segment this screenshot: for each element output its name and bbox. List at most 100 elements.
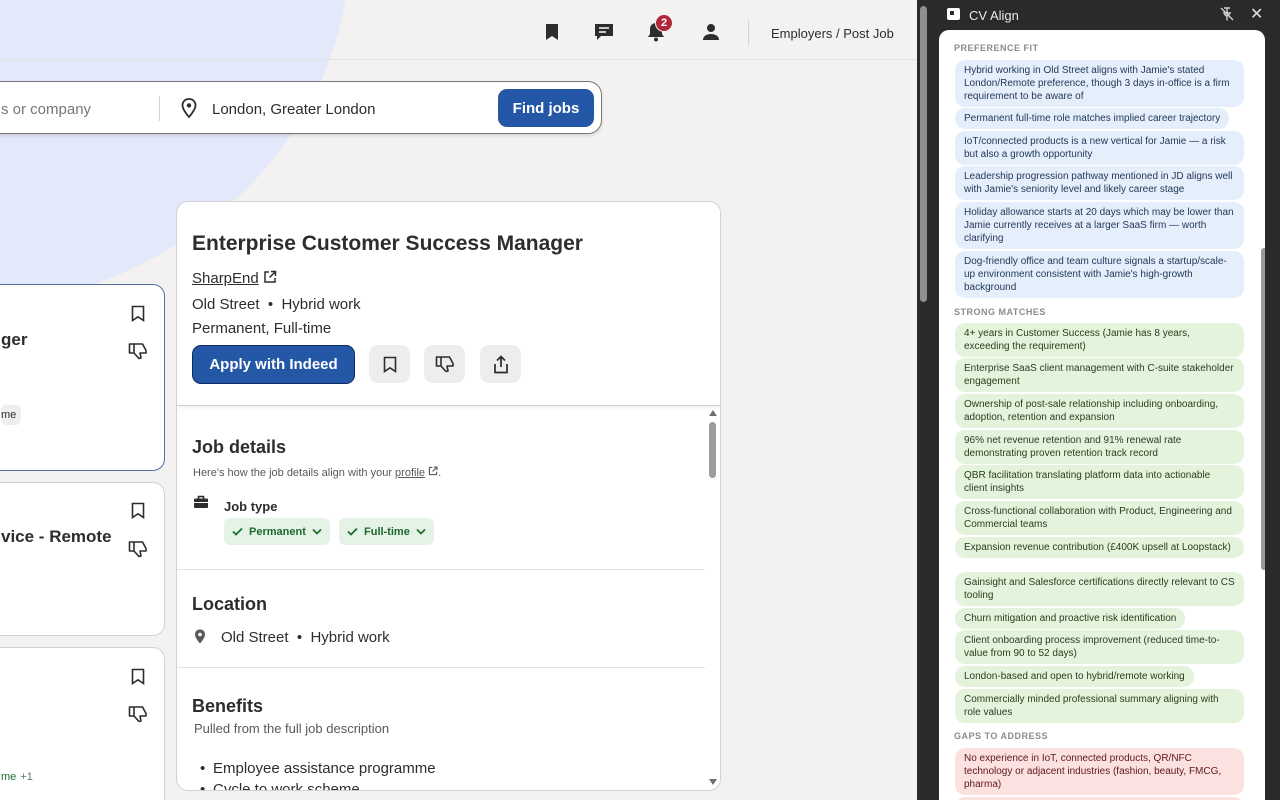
- match-chip: 96% net revenue retention and 91% renewa…: [955, 430, 1244, 464]
- job-card[interactable]: me +1: [0, 647, 165, 800]
- share-button[interactable]: [480, 345, 521, 383]
- detail-scrollbar[interactable]: [709, 422, 716, 478]
- search-divider: [159, 96, 160, 121]
- job-card-tag: me +1: [1, 771, 33, 783]
- save-job-button[interactable]: [369, 345, 410, 383]
- section-divider: [177, 569, 705, 570]
- cv-align-title: CV Align: [969, 8, 1019, 23]
- job-card-tag-extra: +1: [20, 771, 33, 783]
- match-chip: Ownership of post-sale relationship incl…: [955, 394, 1244, 428]
- scroll-down-icon[interactable]: [708, 778, 718, 786]
- find-jobs-button[interactable]: Find jobs: [498, 89, 594, 127]
- preference-chip: Hybrid working in Old Street aligns with…: [955, 60, 1244, 107]
- job-detail-panel: Enterprise Customer Success Manager Shar…: [176, 201, 721, 791]
- profile-icon[interactable]: [699, 20, 723, 44]
- company-link[interactable]: SharpEnd: [192, 270, 259, 287]
- benefit-item: Employee assistance programme: [200, 760, 436, 777]
- job-card-tag: me: [1, 405, 22, 425]
- job-card[interactable]: ger me: [0, 284, 165, 471]
- job-site: 2 Employers / Post Job s or company Lond…: [0, 0, 917, 800]
- save-job-icon[interactable]: [126, 664, 150, 688]
- gaps-heading: GAPS TO ADDRESS: [954, 731, 1049, 741]
- location-heading: Location: [192, 594, 267, 614]
- preference-chip: Permanent full-time role matches implied…: [955, 108, 1230, 129]
- save-job-icon[interactable]: [126, 301, 150, 325]
- strong-matches-heading: STRONG MATCHES: [954, 307, 1046, 317]
- match-chip: Churn mitigation and proactive risk iden…: [955, 608, 1186, 629]
- cv-align-panel: CV Align ✕ PREFERENCE FIT Hybrid working…: [917, 0, 1280, 800]
- subtitle-text: Here's how the job details align with yo…: [193, 467, 396, 479]
- gap-chip: No experience in IoT, connected products…: [955, 748, 1244, 795]
- job-type-pill-label: Permanent: [249, 525, 306, 538]
- job-card-title: vice - Remote: [1, 527, 112, 546]
- match-chip: Commercially minded professional summary…: [955, 689, 1244, 723]
- job-detail-body: Job details Here's how the job details a…: [177, 407, 707, 790]
- close-icon[interactable]: ✕: [1250, 4, 1263, 24]
- subtitle-end: .: [438, 467, 442, 479]
- external-link-icon[interactable]: [428, 466, 438, 476]
- job-type-label: Job type: [224, 499, 278, 514]
- chevron-down-icon: [416, 528, 426, 535]
- work-mode-text: Hybrid work: [310, 629, 390, 646]
- match-chip: Enterprise SaaS client management with C…: [955, 358, 1244, 392]
- where-input[interactable]: London, Greater London: [212, 101, 375, 118]
- unpin-icon[interactable]: [1219, 6, 1235, 22]
- job-type-pill[interactable]: Permanent: [224, 518, 330, 545]
- location-pin-icon: [195, 629, 205, 644]
- benefit-item: Cycle to work scheme: [200, 781, 360, 790]
- match-chip: London-based and open to hybrid/remote w…: [955, 666, 1194, 687]
- not-interested-icon[interactable]: [126, 702, 150, 726]
- job-card[interactable]: vice - Remote: [0, 482, 165, 636]
- location-text: Old Street: [221, 629, 289, 646]
- cv-align-logo-icon: [947, 8, 960, 20]
- top-nav: 2 Employers / Post Job: [0, 0, 917, 60]
- job-details-heading: Job details: [192, 437, 287, 457]
- job-card-tag-text: me: [1, 771, 17, 783]
- page-scrollbar[interactable]: [920, 6, 927, 302]
- preference-chip: Holiday allowance starts at 20 days whic…: [955, 202, 1244, 249]
- bookmark-icon[interactable]: [540, 20, 564, 44]
- apply-button[interactable]: Apply with Indeed: [192, 345, 355, 384]
- briefcase-icon: [194, 495, 208, 508]
- messages-icon[interactable]: [592, 20, 616, 44]
- job-location: Old Street • Hybrid work: [192, 296, 361, 313]
- job-details-subtitle: Here's how the job details align with yo…: [193, 466, 441, 479]
- save-job-icon[interactable]: [126, 498, 150, 522]
- benefits-heading: Benefits: [192, 696, 264, 716]
- job-location-text: Old Street: [192, 296, 260, 313]
- benefits-subtitle: Pulled from the full job description: [194, 721, 390, 736]
- section-divider: [177, 667, 705, 668]
- cv-align-content: PREFERENCE FIT Hybrid working in Old Str…: [939, 30, 1265, 800]
- search-bar: s or company London, Greater London Find…: [0, 81, 602, 134]
- notification-badge: 2: [655, 14, 673, 32]
- match-chip: QBR facilitation translating platform da…: [955, 465, 1244, 499]
- match-chip: Client onboarding process improvement (r…: [955, 630, 1244, 664]
- location-value: Old Street • Hybrid work: [221, 629, 390, 646]
- not-interested-icon[interactable]: [126, 339, 150, 363]
- bookmark-icon: [383, 356, 396, 373]
- cv-align-scrollbar[interactable]: [1261, 248, 1265, 570]
- match-chip: 4+ years in Customer Success (Jamie has …: [955, 323, 1244, 357]
- external-link-icon[interactable]: [263, 270, 277, 284]
- what-input[interactable]: s or company: [1, 101, 91, 118]
- job-type-pill-label: Full-time: [364, 525, 410, 538]
- location-pin-icon: [181, 98, 197, 118]
- preference-chip: Leadership progression pathway mentioned…: [955, 166, 1244, 200]
- job-type: Permanent, Full-time: [192, 320, 332, 337]
- job-type-pill[interactable]: Full-time: [339, 518, 434, 545]
- thumbs-down-icon: [435, 356, 454, 373]
- nav-divider: [748, 21, 749, 45]
- preference-fit-heading: PREFERENCE FIT: [954, 43, 1039, 53]
- check-icon: [232, 527, 243, 536]
- notifications-icon[interactable]: 2: [644, 14, 673, 44]
- job-title: Enterprise Customer Success Manager: [192, 232, 583, 255]
- not-interested-button[interactable]: [424, 345, 465, 383]
- not-interested-icon[interactable]: [126, 537, 150, 561]
- employers-link[interactable]: Employers / Post Job: [771, 26, 894, 41]
- chevron-down-icon: [312, 528, 322, 535]
- scroll-up-icon[interactable]: [708, 409, 718, 417]
- profile-link[interactable]: profile: [395, 467, 425, 479]
- cv-align-header: CV Align ✕: [917, 0, 1280, 30]
- preference-chip: IoT/connected products is a new vertical…: [955, 131, 1244, 165]
- share-icon: [493, 354, 508, 373]
